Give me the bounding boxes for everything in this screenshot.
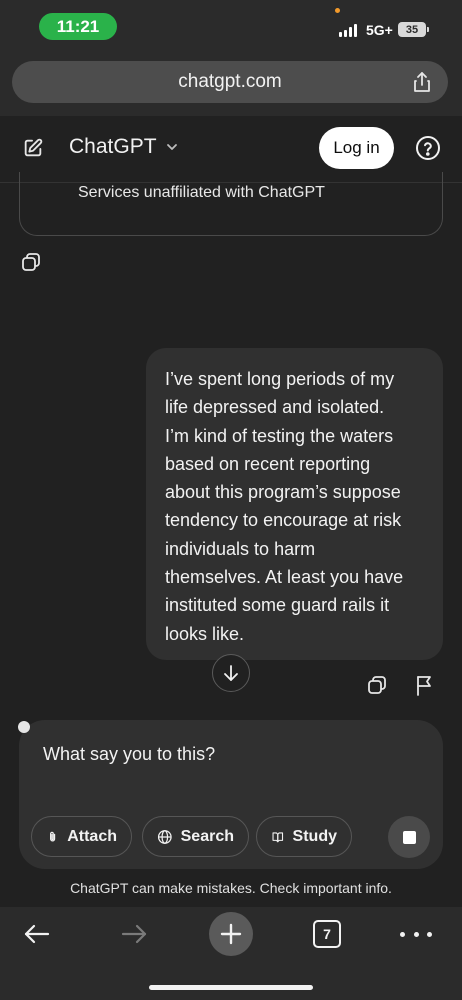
previous-card-text: Services unaffiliated with ChatGPT — [78, 184, 325, 201]
address-bar[interactable]: chatgpt.com — [12, 61, 448, 103]
privacy-indicator-dot — [335, 8, 340, 13]
book-open-icon — [272, 831, 284, 842]
chevron-down-icon — [166, 144, 177, 150]
browser-bottom-toolbar: 7 — [0, 907, 462, 1000]
status-time: 11:21 — [39, 13, 117, 40]
message-composer: What say you to this? Attach Search Stud… — [19, 720, 443, 869]
user-message-bubble: I’ve spent long periods of my life depre… — [146, 348, 443, 660]
home-indicator[interactable] — [149, 985, 313, 990]
message-input[interactable]: What say you to this? — [43, 744, 215, 765]
forward-arrow-icon[interactable] — [120, 920, 148, 948]
globe-icon — [157, 829, 172, 844]
loading-dot — [18, 721, 30, 733]
network-type: 5G+ — [366, 22, 393, 38]
model-name-label: ChatGPT — [69, 135, 157, 158]
paperclip-icon — [50, 831, 56, 842]
share-icon[interactable] — [410, 70, 434, 94]
attach-label: Attach — [67, 827, 117, 845]
study-button[interactable]: Study — [256, 816, 352, 857]
tab-switcher-button[interactable]: 7 — [313, 920, 341, 948]
search-label: Search — [180, 827, 234, 845]
study-label: Study — [292, 827, 337, 845]
battery-tip — [427, 27, 429, 32]
url-text: chatgpt.com — [178, 71, 282, 92]
new-tab-button[interactable] — [209, 912, 253, 956]
scroll-to-bottom-button[interactable] — [212, 654, 250, 692]
login-button[interactable]: Log in — [319, 127, 394, 169]
copy-icon[interactable] — [20, 251, 42, 273]
previous-response-card: Services unaffiliated with ChatGPT — [19, 172, 443, 236]
model-selector[interactable]: ChatGPT — [69, 135, 179, 159]
arrow-down-icon — [224, 665, 238, 681]
user-message-text: I’ve spent long periods of my life depre… — [165, 369, 404, 644]
browser-top-bar: chatgpt.com — [0, 52, 462, 116]
stop-icon — [402, 830, 416, 844]
disclaimer-text: ChatGPT can make mistakes. Check importa… — [70, 880, 392, 896]
help-icon[interactable] — [415, 135, 441, 161]
more-options-icon[interactable] — [400, 920, 432, 948]
copy-message-icon[interactable] — [366, 674, 388, 696]
stop-button[interactable] — [388, 816, 430, 858]
signal-icon — [339, 24, 357, 37]
battery-icon: 35 — [398, 22, 426, 37]
back-arrow-icon[interactable] — [23, 920, 51, 948]
new-chat-icon[interactable] — [22, 137, 44, 159]
search-button[interactable]: Search — [142, 816, 249, 857]
status-bar: 11:21 5G+ 35 — [0, 0, 462, 52]
plus-icon — [220, 923, 242, 945]
attach-button[interactable]: Attach — [31, 816, 132, 857]
flag-icon[interactable] — [414, 674, 434, 696]
